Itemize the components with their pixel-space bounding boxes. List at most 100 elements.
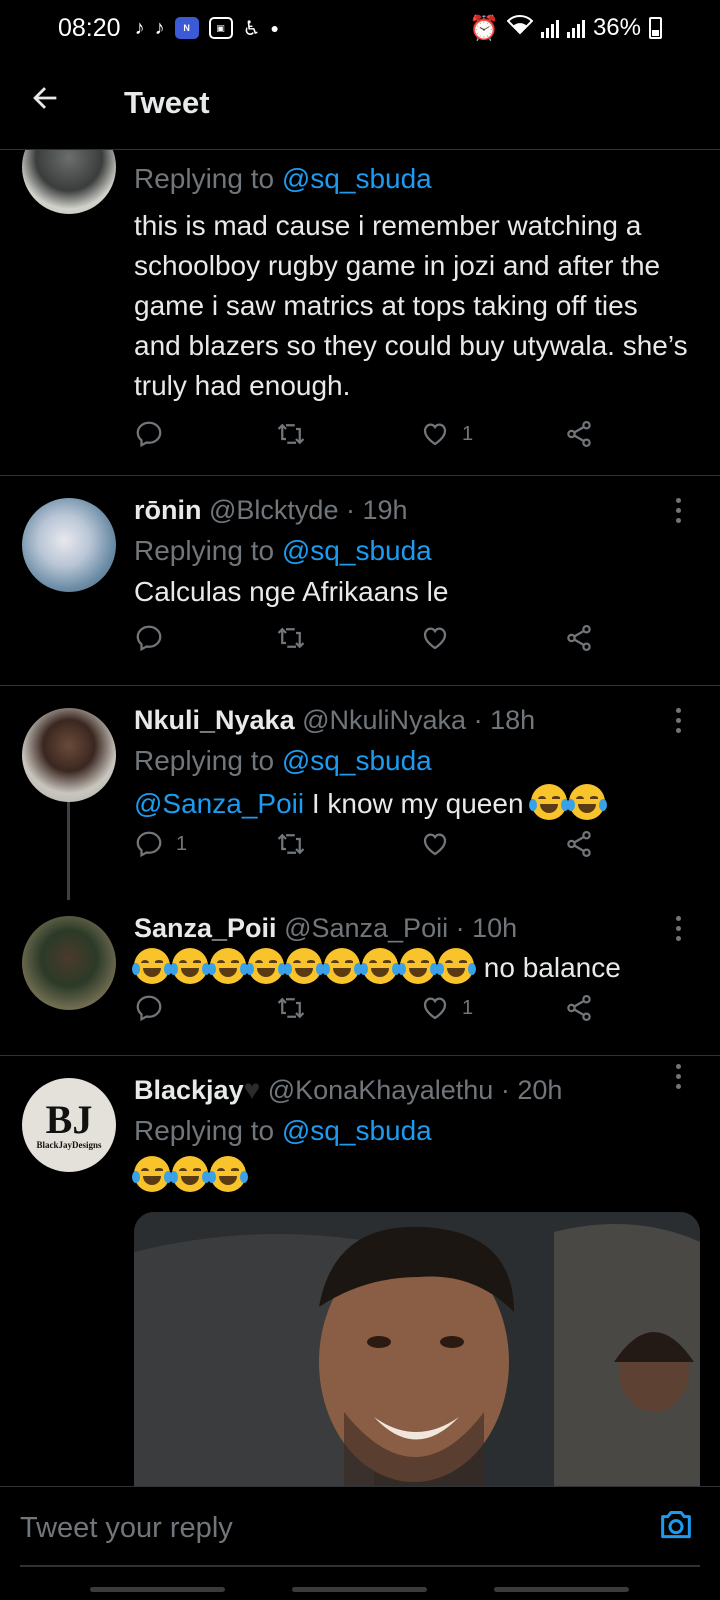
tweet[interactable]: Nkuli_Nyaka @NkuliNyaka · 18h Replying t… — [134, 700, 690, 824]
reply-button[interactable] — [134, 419, 164, 449]
like-button[interactable] — [420, 623, 450, 653]
gallery-icon: ▣ — [208, 17, 233, 39]
emoji-group — [529, 784, 608, 820]
replying-to-handle[interactable]: @sq_sbuda — [282, 535, 432, 566]
signal-icon — [540, 18, 559, 38]
back-arrow-icon[interactable] — [28, 81, 98, 124]
avatar[interactable] — [22, 498, 116, 592]
reply-input[interactable] — [20, 1503, 660, 1553]
like-count: 1 — [462, 996, 474, 1019]
display-name[interactable]: Nkuli_Nyaka — [134, 705, 295, 735]
retweet-button[interactable] — [276, 829, 306, 859]
tears-of-joy-emoji-icon — [567, 784, 608, 820]
reply-button[interactable] — [134, 623, 164, 653]
replying-to-handle[interactable]: @sq_sbuda — [282, 1115, 432, 1146]
tweet-time: · 19h — [345, 495, 408, 525]
thread-line — [67, 800, 70, 900]
heart-icon — [423, 833, 447, 856]
tweet-text: Calculas nge Afrikaans le — [134, 576, 449, 607]
battery-icon — [649, 17, 662, 39]
tweet-time: · 18h — [473, 705, 536, 735]
like-button[interactable]: 1 — [420, 419, 473, 449]
share-button[interactable] — [564, 993, 594, 1023]
avatar-logo-text: BJ — [45, 1097, 93, 1142]
reply-icon — [136, 421, 162, 448]
replying-to: Replying to @sq_sbuda — [134, 163, 432, 194]
reply-icon — [136, 831, 162, 858]
share-icon — [567, 995, 591, 1021]
reply-icon — [136, 625, 162, 652]
tears-of-joy-emoji-icon — [170, 948, 210, 984]
tweet-actions: 1 — [134, 414, 614, 454]
tweet-meta: Nkuli_Nyaka @NkuliNyaka · 18h — [134, 700, 690, 740]
retweet-button[interactable] — [276, 419, 306, 449]
tweet-meta: rōnin @Blcktyde · 19h — [134, 490, 690, 530]
like-button[interactable]: 1 — [420, 993, 473, 1023]
nav-gesture-bar — [292, 1587, 427, 1592]
replying-to-handle[interactable]: @sq_sbuda — [282, 745, 432, 776]
retweet-icon — [277, 997, 305, 1019]
more-options-icon[interactable] — [666, 1064, 690, 1089]
reply-button[interactable]: 1 — [134, 829, 187, 859]
display-name[interactable]: Blackjay — [134, 1075, 244, 1105]
alarm-icon: ⏰ — [469, 14, 499, 42]
tweet-time: · 10h — [455, 913, 518, 943]
more-options-icon[interactable] — [666, 916, 690, 941]
user-handle[interactable]: @Blcktyde — [209, 495, 338, 525]
status-bar: 08:20 ♪ ♪ N ▣ ♿ ● ⏰ 36% — [0, 0, 720, 56]
avatar[interactable] — [22, 708, 116, 802]
replying-to: Replying to @sq_sbuda — [134, 745, 432, 776]
avatar-logo-subtext: BlackJayDesigns — [36, 1140, 102, 1150]
retweet-button[interactable] — [276, 623, 306, 653]
display-name[interactable]: rōnin — [134, 495, 202, 525]
tweet[interactable]: rōnin @Blcktyde · 19h Replying to @sq_sb… — [0, 476, 720, 686]
reply-button[interactable] — [134, 993, 164, 1023]
like-button[interactable] — [420, 829, 450, 859]
reply-bar — [0, 1486, 720, 1600]
user-handle[interactable]: @KonaKhayalethu — [268, 1075, 494, 1105]
reply-input-underline — [20, 1565, 700, 1567]
share-button[interactable] — [564, 829, 594, 859]
tears-of-joy-emoji-icon — [132, 948, 172, 984]
nav-gesture-bar — [90, 1587, 225, 1592]
replying-to: Replying to @sq_sbuda — [134, 1115, 432, 1146]
mention-link[interactable]: @Sanza_Poii — [134, 788, 304, 819]
tweet-thread: Nkuli_Nyaka @NkuliNyaka · 18h Replying t… — [0, 686, 720, 1056]
more-options-icon[interactable] — [666, 708, 690, 733]
replying-to-handle[interactable]: @sq_sbuda — [282, 163, 432, 194]
accessibility-icon: ♿ — [242, 17, 261, 40]
retweet-icon — [277, 423, 305, 445]
page-title: Tweet — [124, 84, 210, 120]
tears-of-joy-emoji-icon — [246, 948, 286, 984]
avatar[interactable]: BJ BlackJayDesigns — [22, 1078, 116, 1172]
more-options-icon[interactable] — [666, 498, 690, 523]
reply-count: 1 — [176, 832, 188, 855]
user-handle[interactable]: @Sanza_Poii — [284, 913, 448, 943]
tweet-time: · 20h — [500, 1075, 563, 1105]
tweet-media-video[interactable] — [134, 1212, 700, 1486]
tweet-meta: Blackjay♥ @KonaKhayalethu · 20h — [134, 1070, 690, 1110]
tears-of-joy-emoji-icon — [170, 1156, 210, 1192]
share-button[interactable] — [564, 419, 594, 449]
status-notification-icons: ♪ ♪ N ▣ ♿ ● — [135, 16, 279, 41]
tears-of-joy-emoji-icon — [398, 948, 438, 984]
retweet-button[interactable] — [276, 993, 306, 1023]
reply-icon — [136, 995, 162, 1022]
heart-icon — [423, 423, 447, 446]
display-name[interactable]: Sanza_Poii — [134, 913, 277, 943]
share-button[interactable] — [564, 623, 594, 653]
tweet[interactable]: Sanza_Poii @Sanza_Poii · 10h no balance — [132, 908, 690, 988]
news-icon: N — [174, 17, 199, 39]
user-handle[interactable]: @NkuliNyaka — [302, 705, 466, 735]
tears-of-joy-emoji-icon — [208, 948, 248, 984]
tweet-actions: 1 — [134, 824, 614, 864]
tears-of-joy-emoji-icon — [360, 948, 400, 984]
tweet-text: @Sanza_Poii I know my queen — [134, 784, 690, 824]
tweet[interactable]: Replying to @sq_sbuda this is mad cause … — [0, 120, 720, 476]
retweet-icon — [277, 833, 305, 855]
emoji-group — [132, 948, 476, 984]
tweet-meta: Sanza_Poii @Sanza_Poii · 10h — [134, 908, 690, 948]
avatar[interactable] — [22, 916, 116, 1010]
battery-percent: 36% — [592, 14, 641, 41]
camera-icon[interactable] — [656, 1505, 696, 1545]
